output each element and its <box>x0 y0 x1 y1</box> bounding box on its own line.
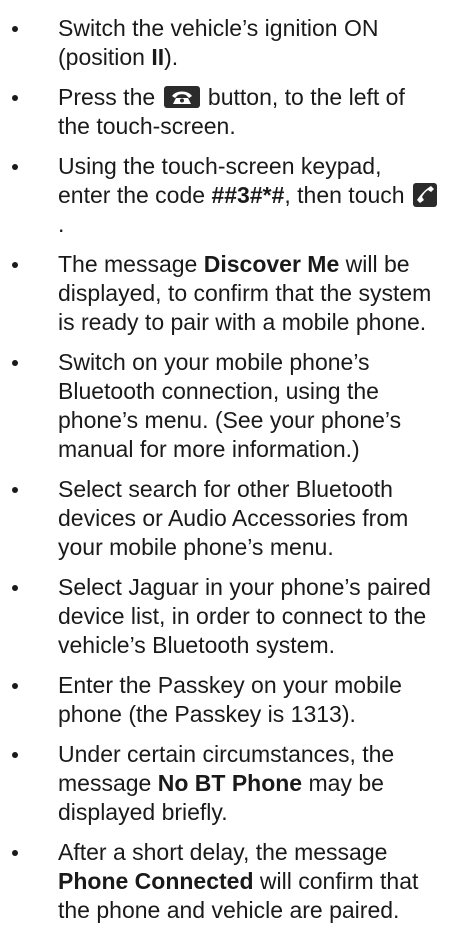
list-item: Switch on your mobile phone’s Bluetooth … <box>0 348 440 464</box>
step-text: The message <box>58 251 204 277</box>
list-item: After a short delay, the message Phone C… <box>0 838 440 925</box>
step-text: Press the <box>58 84 162 110</box>
step-text: After a short delay, the message <box>58 839 388 865</box>
step-text: Select search for other Bluetooth device… <box>58 476 409 560</box>
list-item: Select Jaguar in your phone’s paired dev… <box>0 573 440 660</box>
step-text: Enter the Passkey on your mobile phone (… <box>58 672 402 727</box>
list-item: Select search for other Bluetooth device… <box>0 475 440 562</box>
step-text: Switch on your mobile phone’s Bluetooth … <box>58 349 402 462</box>
list-item: Switch the vehicle’s ignition ON (positi… <box>0 14 440 72</box>
instruction-list: Switch the vehicle’s ignition ON (positi… <box>0 14 440 925</box>
step-text: Switch the vehicle’s ignition ON (positi… <box>58 15 379 70</box>
document-page: Switch the vehicle’s ignition ON (positi… <box>0 0 450 923</box>
phone-button-icon <box>163 86 200 108</box>
pairing-code: ##3#*# <box>211 182 285 208</box>
ignition-position: II <box>151 44 165 70</box>
step-text: Select Jaguar in your phone’s paired dev… <box>58 574 431 658</box>
list-item: Enter the Passkey on your mobile phone (… <box>0 671 440 729</box>
message-no-bt-phone: No BT Phone <box>157 770 303 796</box>
message-discover-me: Discover Me <box>203 251 340 277</box>
step-text: ). <box>164 44 179 70</box>
call-handset-icon <box>412 183 437 207</box>
list-item: The message Discover Me will be displaye… <box>0 250 440 337</box>
list-item: Press the button, to the left of the tou… <box>0 83 440 141</box>
step-text: . <box>58 211 65 237</box>
message-phone-connected: Phone Connected <box>58 868 254 894</box>
step-text: , then touch <box>284 182 411 208</box>
list-item: Using the touch-screen keypad, enter the… <box>0 152 440 239</box>
list-item: Under certain circumstances, the message… <box>0 740 440 827</box>
